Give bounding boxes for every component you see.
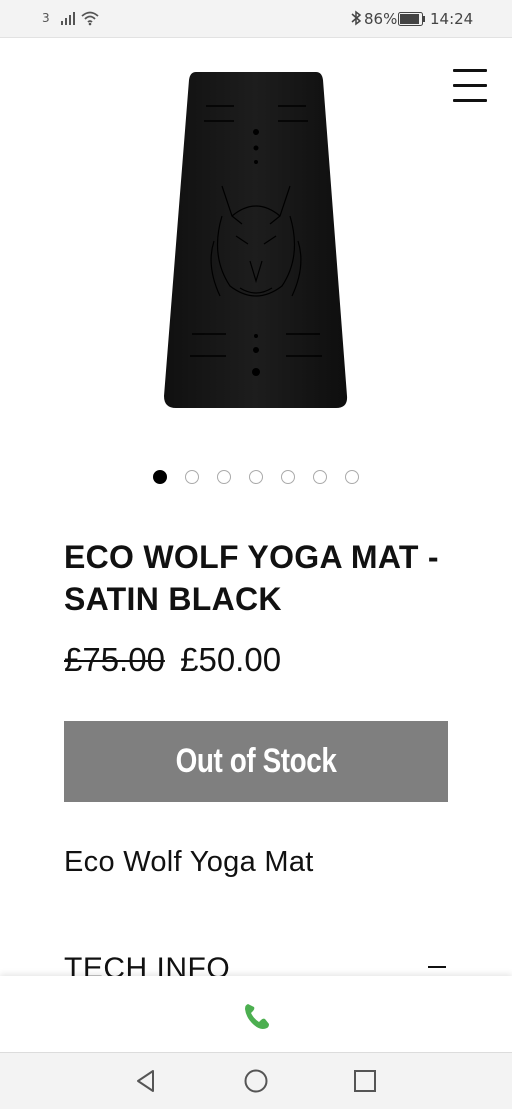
back-triangle-icon[interactable]: [132, 1067, 160, 1095]
price-row: £75.00 £50.00: [64, 638, 281, 682]
carousel-dot[interactable]: [185, 470, 199, 484]
wolf-yoga-mat-image[interactable]: [150, 66, 362, 416]
carousel-dot[interactable]: [313, 470, 327, 484]
carousel-dot[interactable]: [345, 470, 359, 484]
battery-icon: [398, 12, 425, 26]
carousel-dot[interactable]: [281, 470, 295, 484]
product-title: ECO WOLF YOGA MAT - SATIN BLACK: [64, 539, 439, 617]
wifi-icon: [81, 11, 99, 26]
system-nav-bar: [0, 1052, 512, 1109]
original-price: £75.00: [64, 641, 165, 678]
collapse-minus-icon[interactable]: [428, 966, 446, 968]
bluetooth-icon: [351, 10, 362, 26]
home-circle-icon[interactable]: [242, 1067, 270, 1095]
clock-time: 14:24: [430, 10, 474, 28]
phone-icon[interactable]: [240, 1000, 272, 1032]
tech-info-label: TECH INFO: [64, 952, 231, 976]
hamburger-menu-icon[interactable]: [450, 66, 490, 106]
sale-price: £50.00: [180, 641, 282, 678]
tech-info-accordion[interactable]: TECH INFO: [64, 946, 448, 976]
carousel-dot[interactable]: [153, 470, 167, 484]
recents-square-icon[interactable]: [351, 1067, 379, 1095]
out-of-stock-button[interactable]: Out of Stock: [64, 721, 448, 802]
battery-percent: 86%: [364, 10, 398, 28]
status-bar: 3 86% 14:24: [0, 0, 512, 38]
product-description: Eco Wolf Yoga Mat: [64, 846, 314, 878]
carousel-dot[interactable]: [249, 470, 263, 484]
out-of-stock-label: Out of Stock: [175, 742, 337, 780]
carrier-label: 3: [42, 11, 50, 25]
carousel-dot[interactable]: [217, 470, 231, 484]
contact-bar: [0, 976, 512, 1052]
signal-icon: [61, 12, 75, 25]
image-carousel-dots: [0, 468, 512, 488]
